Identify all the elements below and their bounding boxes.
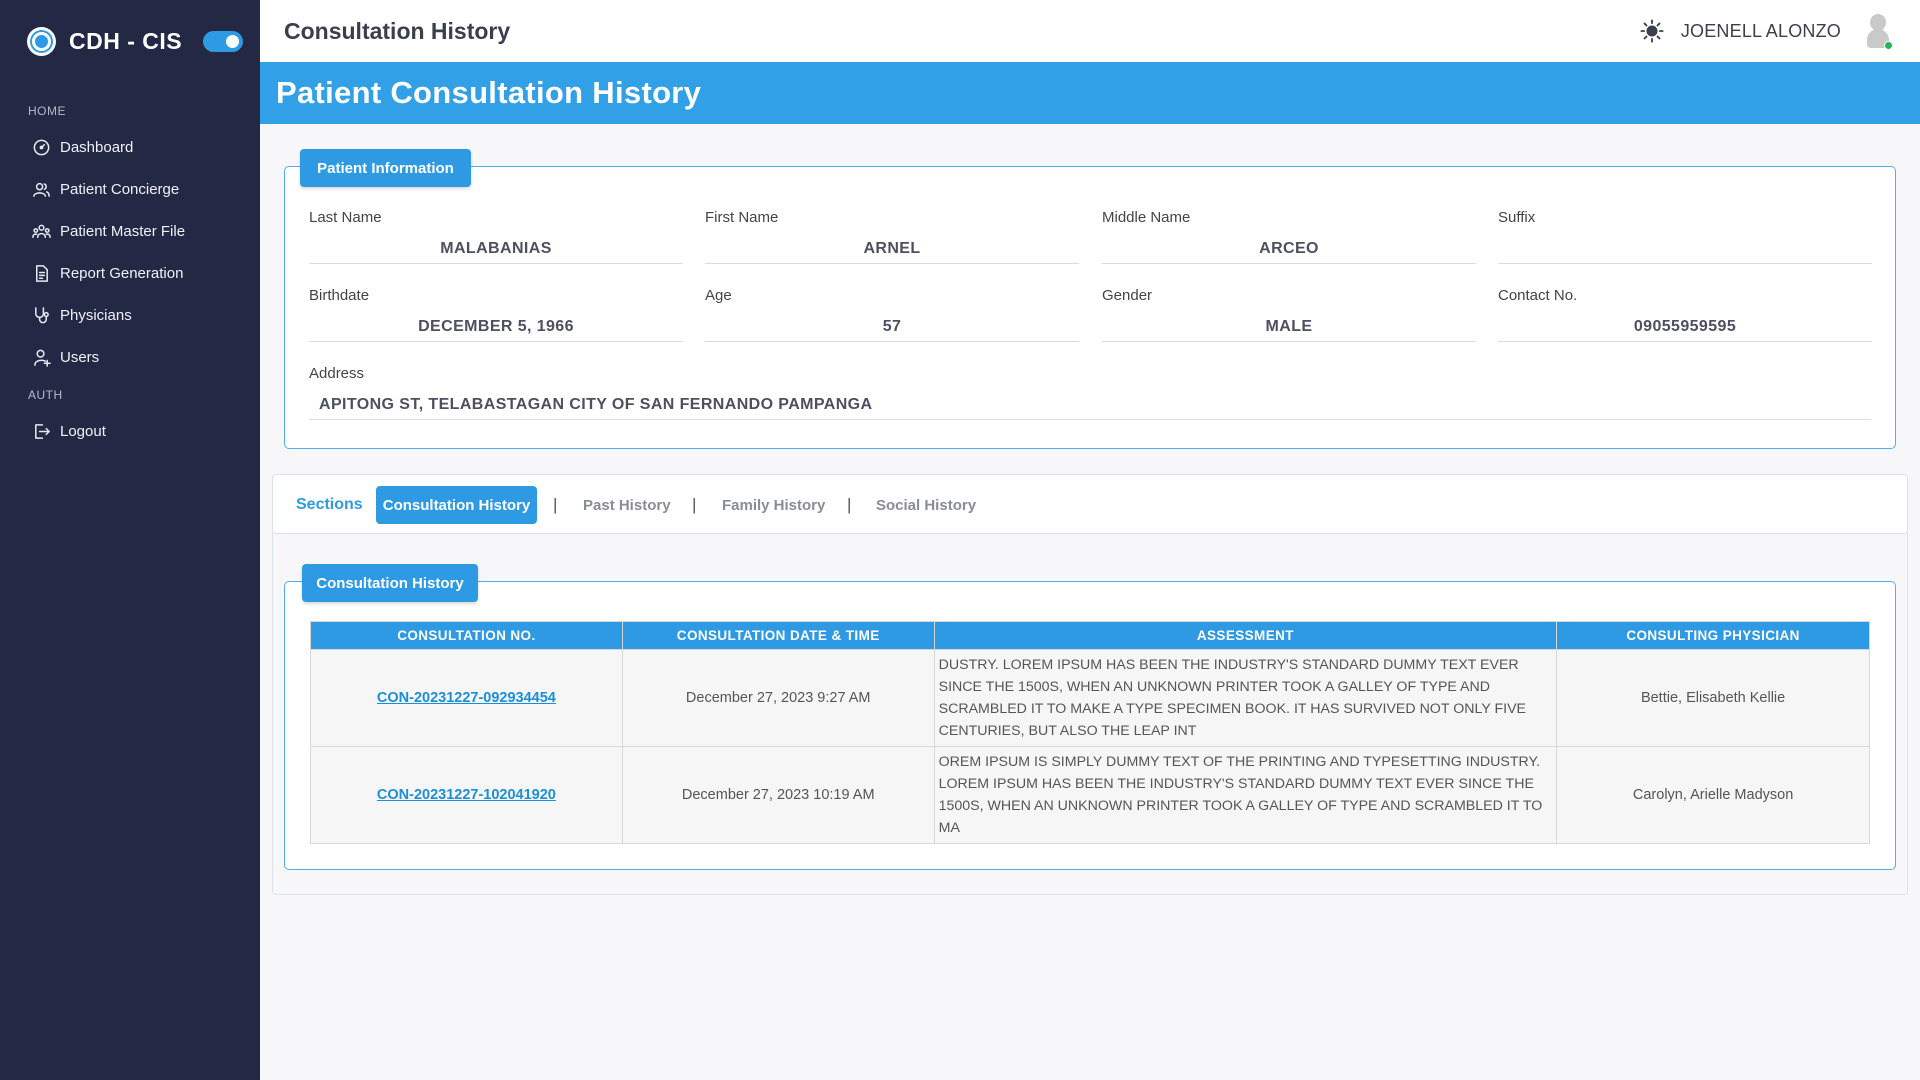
sidebar-item-label: Logout [60, 422, 106, 440]
tab-separator: | [553, 495, 558, 514]
sidebar-item-label: Patient Concierge [60, 180, 180, 198]
brand-name: CDH - CIS [69, 27, 183, 54]
tab-consultation-history[interactable]: Consultation History [376, 486, 537, 524]
gender-value: MALE [1102, 312, 1476, 342]
avatar[interactable] [1861, 12, 1895, 50]
table-header-row: CONSULTATION NO. CONSULTATION DATE & TIM… [310, 621, 1870, 650]
stethoscope-icon [31, 305, 51, 325]
tab-separator: | [692, 495, 697, 514]
middle-name-label: Middle Name [1102, 209, 1191, 226]
birthdate-value: DECEMBER 5, 1966 [309, 312, 683, 342]
brand: CDH - CIS [0, 0, 260, 82]
column-header-consultation-no[interactable]: CONSULTATION NO. [310, 621, 623, 650]
user-add-icon [31, 347, 51, 367]
tab-separator: | [847, 495, 852, 514]
contact-value: 09055959595 [1498, 312, 1872, 342]
user-group-icon [31, 221, 51, 241]
tab-social-history[interactable]: Social History [876, 486, 976, 524]
sidebar-item-label: Users [60, 348, 100, 366]
page-title: Consultation History [284, 17, 511, 44]
sidebar-item-users[interactable]: Users [0, 336, 260, 378]
birthdate-field: Birthdate DECEMBER 5, 1966 [309, 287, 683, 342]
suffix-value [1498, 234, 1872, 264]
address-label: Address [309, 365, 365, 382]
first-name-label: First Name [705, 209, 779, 226]
tabs-sections-label: Sections [296, 496, 363, 513]
consultation-history-legend: Consultation History [302, 564, 478, 602]
last-name-value: MALABANIAS [309, 234, 683, 264]
column-header-physician[interactable]: CONSULTING PHYSICIAN [1556, 621, 1870, 650]
sidebar-item-label: Physicians [60, 306, 132, 324]
suffix-field: Suffix [1498, 209, 1872, 264]
sidebar-item-label: Dashboard [60, 138, 134, 156]
age-field: Age 57 [705, 287, 1079, 342]
sidebar-item-report-generation[interactable]: Report Generation [0, 252, 260, 294]
banner-title: Patient Consultation History [276, 75, 702, 110]
gender-label: Gender [1102, 287, 1153, 304]
last-name-label: Last Name [309, 209, 382, 226]
dashboard-icon [31, 137, 51, 157]
first-name-value: ARNEL [705, 234, 1079, 264]
physician-cell: Bettie, Elisabeth Kellie [1556, 649, 1870, 747]
consultation-datetime-cell: December 27, 2023 9:27 AM [621, 649, 935, 747]
sidebar-toggle[interactable] [203, 30, 244, 52]
address-value: APITONG ST, TELABASTAGAN CITY OF SAN FER… [309, 390, 1871, 420]
users-icon [31, 179, 51, 199]
sidebar: CDH - CIS HOME Dashboard Patient Concier… [0, 0, 260, 1080]
middle-name-field: Middle Name ARCEO [1102, 209, 1476, 264]
column-header-date-time[interactable]: CONSULTATION DATE & TIME [621, 621, 935, 650]
patient-info-legend: Patient Information [300, 149, 471, 187]
logout-icon [31, 421, 51, 441]
column-header-assessment[interactable]: ASSESSMENT [933, 621, 1558, 650]
first-name-field: First Name ARNEL [705, 209, 1079, 264]
sidebar-item-patient-master-file[interactable]: Patient Master File [0, 210, 260, 252]
suffix-label: Suffix [1498, 209, 1536, 226]
top-bar: Consultation History JOENELL ALONZO [260, 0, 1920, 62]
tab-family-history[interactable]: Family History [722, 486, 825, 524]
sidebar-item-label: Report Generation [60, 264, 184, 282]
consultation-no-cell: CON-20231227-102041920 [310, 746, 623, 844]
consultation-link[interactable]: CON-20231227-092934454 [377, 690, 556, 706]
assessment-cell: DUSTRY. LOREM IPSUM HAS BEEN THE INDUSTR… [933, 649, 1558, 747]
sidebar-item-logout[interactable]: Logout [0, 410, 260, 452]
sidebar-item-dashboard[interactable]: Dashboard [0, 126, 260, 168]
age-label: Age [705, 287, 732, 304]
assessment-cell: OREM IPSUM IS SIMPLY DUMMY TEXT OF THE P… [933, 746, 1558, 844]
contact-field: Contact No. 09055959595 [1498, 287, 1872, 342]
middle-name-value: ARCEO [1102, 234, 1476, 264]
tab-past-history[interactable]: Past History [583, 486, 671, 524]
consultation-datetime-cell: December 27, 2023 10:19 AM [621, 746, 935, 844]
sidebar-item-label: Patient Master File [60, 222, 186, 240]
document-icon [31, 263, 51, 283]
nav-section-home: HOME [28, 104, 66, 118]
consultation-table: CONSULTATION NO. CONSULTATION DATE & TIM… [310, 621, 1870, 844]
address-field: Address APITONG ST, TELABASTAGAN CITY OF… [309, 365, 1871, 420]
gender-field: Gender MALE [1102, 287, 1476, 342]
birthdate-label: Birthdate [309, 287, 370, 304]
consultation-no-cell: CON-20231227-092934454 [310, 649, 623, 747]
consultation-link[interactable]: CON-20231227-102041920 [377, 787, 556, 803]
table-row: CON-20231227-092934454 December 27, 2023… [310, 649, 1870, 747]
age-value: 57 [705, 312, 1079, 342]
online-status-dot [1884, 41, 1893, 50]
contact-label: Contact No. [1498, 287, 1578, 304]
sun-icon[interactable] [1639, 18, 1665, 44]
table-row: CON-20231227-102041920 December 27, 2023… [310, 746, 1870, 844]
page-banner: Patient Consultation History [260, 62, 1920, 124]
nav-section-auth: AUTH [28, 388, 63, 402]
physician-cell: Carolyn, Arielle Madyson [1556, 746, 1870, 844]
last-name-field: Last Name MALABANIAS [309, 209, 683, 264]
user-name[interactable]: JOENELL ALONZO [1681, 21, 1841, 42]
sidebar-item-patient-concierge[interactable]: Patient Concierge [0, 168, 260, 210]
brand-logo-icon [27, 26, 56, 56]
sidebar-item-physicians[interactable]: Physicians [0, 294, 260, 336]
